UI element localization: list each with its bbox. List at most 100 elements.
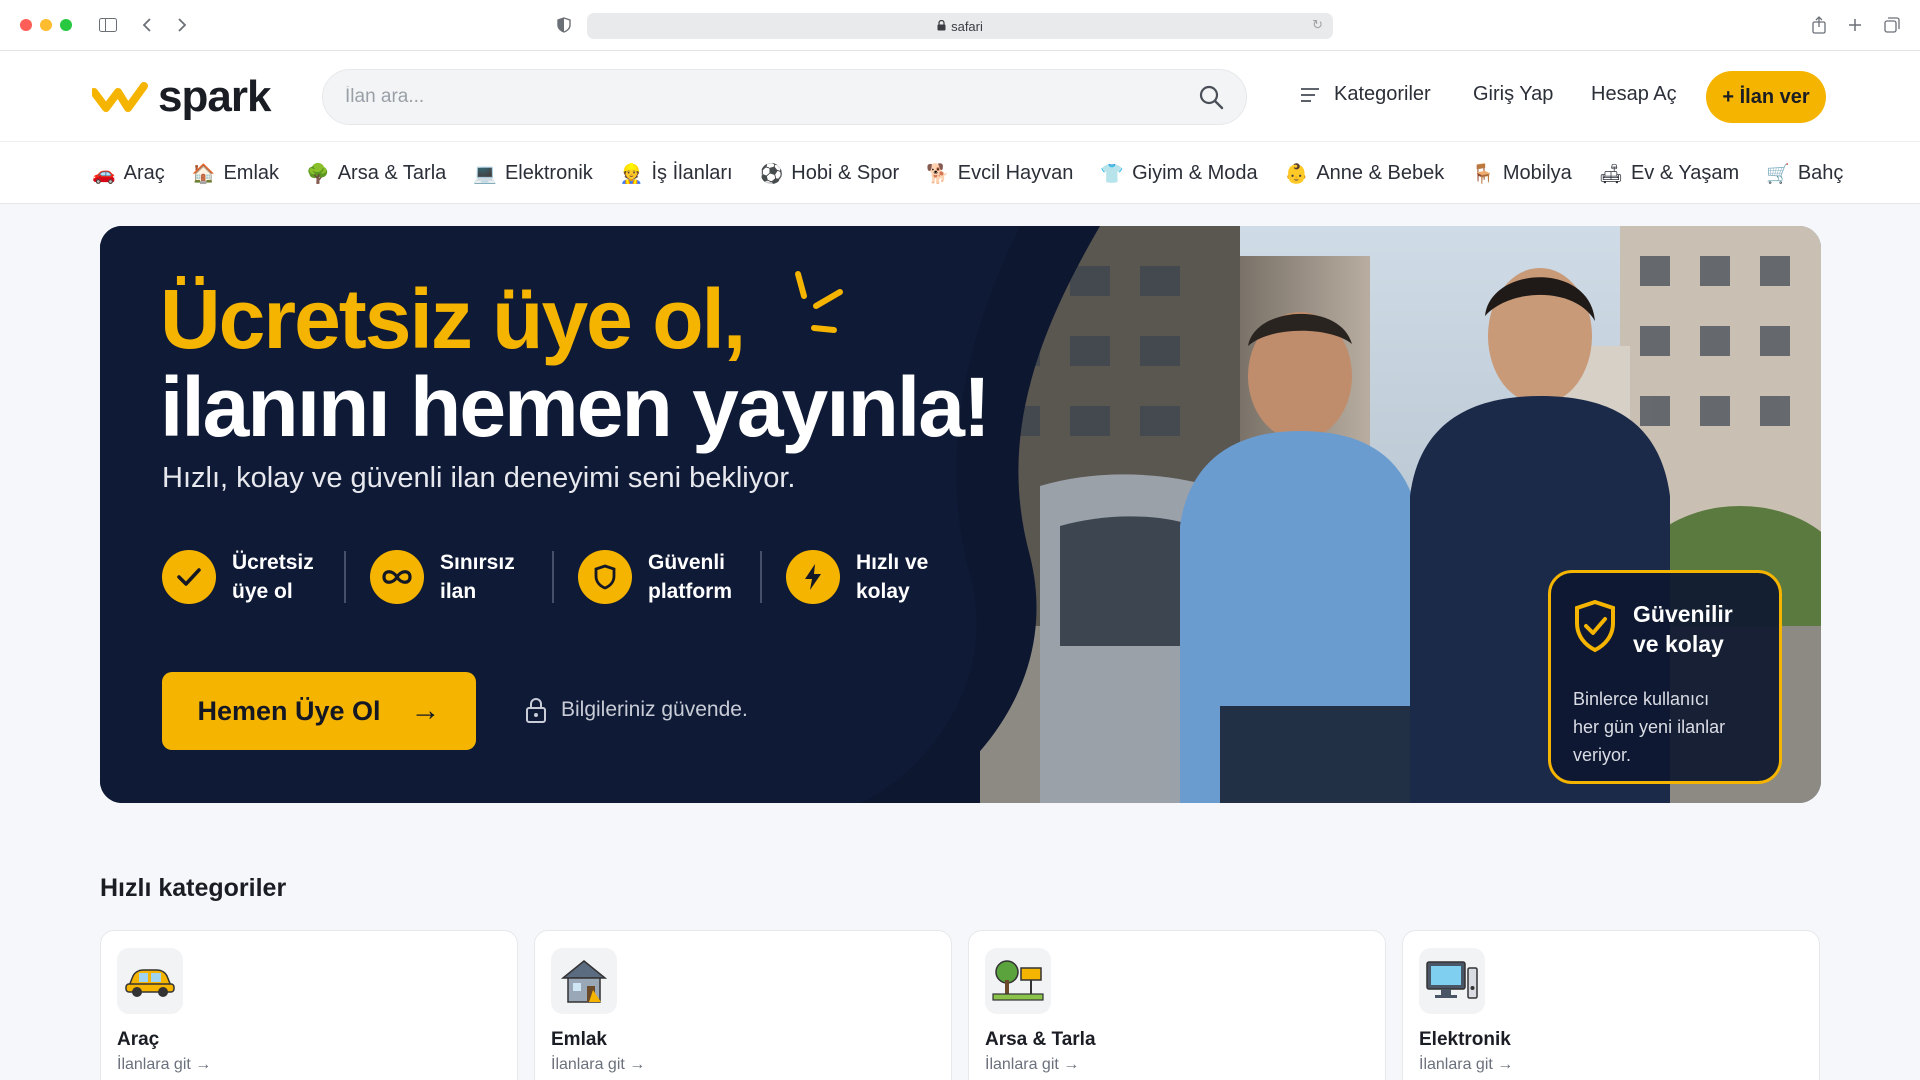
feature-label: Sınırsız (440, 551, 515, 574)
category-strip-item[interactable]: ⚽ Hobi & Spor (760, 162, 900, 186)
trust-card-text: veriyor. (1573, 745, 1632, 765)
hero-subtitle: Hızlı, kolay ve güvenli ilan deneyimi se… (162, 462, 796, 494)
quick-category-name: Emlak (551, 1029, 607, 1050)
chair-icon: 🪑 (1471, 163, 1495, 185)
category-strip-item[interactable]: 🪑 Mobilya (1471, 162, 1572, 186)
address-bar[interactable]: safari ↻ (587, 13, 1333, 39)
category-label: Evcil Hayvan (957, 162, 1074, 184)
quick-category-card[interactable]: Elektronik İlanlara git → (1402, 930, 1820, 1080)
lock-icon (937, 19, 946, 34)
category-strip: 🚗 Araç 🏠 Emlak 🌳 Arsa & Tarla 💻 Elektronik 👷… (0, 141, 1920, 204)
sparkle-icon (795, 271, 843, 333)
trust-card-title: Güvenilir (1633, 601, 1733, 627)
house-icon (551, 948, 617, 1014)
minimize-window-button[interactable] (40, 19, 52, 31)
sidebar-toggle-icon[interactable] (98, 14, 118, 36)
feature-unlimited: Sınırsız ilan (370, 548, 540, 606)
quick-category-link[interactable]: İlanlara git → (985, 1056, 1079, 1074)
trust-card-text: her gün yeni ilanlar (1573, 717, 1726, 737)
privacy-shield-icon[interactable] (555, 14, 573, 36)
share-icon[interactable] (1810, 14, 1828, 36)
category-label: Emlak (223, 162, 280, 184)
hero-title-line1: Ücretsiz üye ol, (160, 272, 746, 366)
lock-icon (526, 698, 546, 723)
category-label: Anne & Bebek (1316, 162, 1445, 184)
land-icon (985, 948, 1051, 1014)
hero-banner[interactable]: Ücretsiz üye ol, ilanını hemen yayınla! … (100, 226, 1821, 803)
worker-icon: 👷 (619, 163, 644, 185)
category-label: Araç (123, 162, 165, 184)
category-strip-item[interactable]: 🛋 Ev & Yaşam (1599, 162, 1739, 186)
land-icon: 🌳 (306, 163, 330, 185)
shirt-icon: 👕 (1100, 163, 1125, 185)
reload-icon[interactable]: ↻ (1312, 17, 1323, 33)
security-note: Bilgileriniz güvende. (525, 696, 748, 724)
feature-label: kolay (856, 580, 910, 603)
quick-category-card[interactable]: Arsa & Tarla İlanlara git → (968, 930, 1386, 1080)
feature-label: üye ol (232, 580, 293, 603)
category-label: Arsa & Tarla (337, 162, 447, 184)
register-link[interactable]: Hesap Aç (1591, 83, 1677, 106)
quick-category-card[interactable]: Emlak İlanlara git → (534, 930, 952, 1080)
close-window-button[interactable] (20, 19, 32, 31)
category-strip-item[interactable]: 🛒 Bahç (1766, 162, 1843, 186)
category-label: Giyim & Moda (1132, 162, 1258, 184)
site-header: spark Kategoriler Giriş Yap Hesap Aç + İ… (0, 51, 1920, 141)
category-strip-item[interactable]: 🌳 Arsa & Tarla (306, 162, 446, 186)
spark-logo-mark-icon (92, 82, 148, 112)
feature-secure: Güvenli platform (578, 548, 748, 606)
trust-card-title: ve kolay (1633, 631, 1724, 657)
quick-category-link[interactable]: İlanlara git → (117, 1056, 211, 1074)
cart-icon: 🛒 (1766, 163, 1790, 185)
feature-divider (552, 551, 554, 603)
sofa-icon: 🛋 (1598, 163, 1623, 185)
quick-category-link[interactable]: İlanlara git → (551, 1056, 645, 1074)
feature-label: platform (648, 580, 732, 603)
hero-features: Ücretsiz üye ol Sınırsız ilan Güvenli platf… (162, 548, 956, 606)
feature-divider (344, 551, 346, 603)
shield-icon (578, 550, 632, 604)
forward-icon[interactable] (174, 14, 190, 36)
quick-category-name: Elektronik (1419, 1029, 1511, 1050)
category-label: Ev & Yaşam (1630, 162, 1740, 184)
search-bar (322, 69, 1247, 125)
dog-icon: 🐕 (926, 163, 950, 185)
quick-category-card[interactable]: Araç İlanlara git → (100, 930, 518, 1080)
signup-cta-button[interactable]: Hemen Üye Ol → (162, 672, 476, 750)
house-icon: 🏠 (191, 163, 216, 185)
computer-icon (1419, 948, 1485, 1014)
category-strip-item[interactable]: 👷 İş İlanları (620, 162, 733, 186)
car-icon: 🚗 (92, 163, 116, 185)
category-strip-item[interactable]: 👕 Giyim & Moda (1100, 162, 1257, 186)
category-strip-item[interactable]: 💻 Elektronik (473, 162, 592, 186)
category-label: Bahç (1797, 162, 1844, 184)
logo-text: spark (158, 72, 271, 121)
computer-icon: 💻 (473, 163, 497, 185)
category-strip-item[interactable]: 🏠 Emlak (192, 162, 279, 186)
back-icon[interactable] (139, 14, 155, 36)
feature-label: Ücretsiz (232, 551, 314, 574)
quick-category-link[interactable]: İlanlara git → (1419, 1056, 1513, 1074)
trust-card-text: Binlerce kullanıcı (1573, 689, 1710, 709)
arrow-right-icon: → (410, 694, 441, 727)
category-strip-item[interactable]: 👶 Anne & Bebek (1285, 162, 1445, 186)
lightning-icon (786, 550, 840, 604)
category-strip-item[interactable]: 🐕 Evcil Hayvan (926, 162, 1073, 186)
new-tab-icon[interactable] (1846, 14, 1864, 36)
category-label: Elektronik (504, 162, 593, 184)
zoom-window-button[interactable] (60, 19, 72, 31)
category-label: Mobilya (1502, 162, 1572, 184)
category-strip-item[interactable]: 🚗 Araç (92, 162, 165, 186)
url-text: safari (951, 18, 983, 34)
login-link[interactable]: Giriş Yap (1473, 83, 1553, 106)
feature-free-signup: Ücretsiz üye ol (162, 548, 332, 606)
feature-fast: Hızlı ve kolay (786, 548, 956, 606)
post-ad-button[interactable]: + İlan ver (1706, 71, 1826, 123)
nav-categories-link[interactable]: Kategoriler (1300, 83, 1431, 106)
spark-logo[interactable]: spark (92, 71, 271, 123)
search-icon[interactable] (1198, 84, 1224, 110)
feature-label: ilan (440, 580, 477, 603)
hero-title-line2: ilanını hemen yayınla! (160, 360, 991, 454)
search-input[interactable] (345, 86, 1198, 108)
tab-overview-icon[interactable] (1882, 14, 1902, 36)
